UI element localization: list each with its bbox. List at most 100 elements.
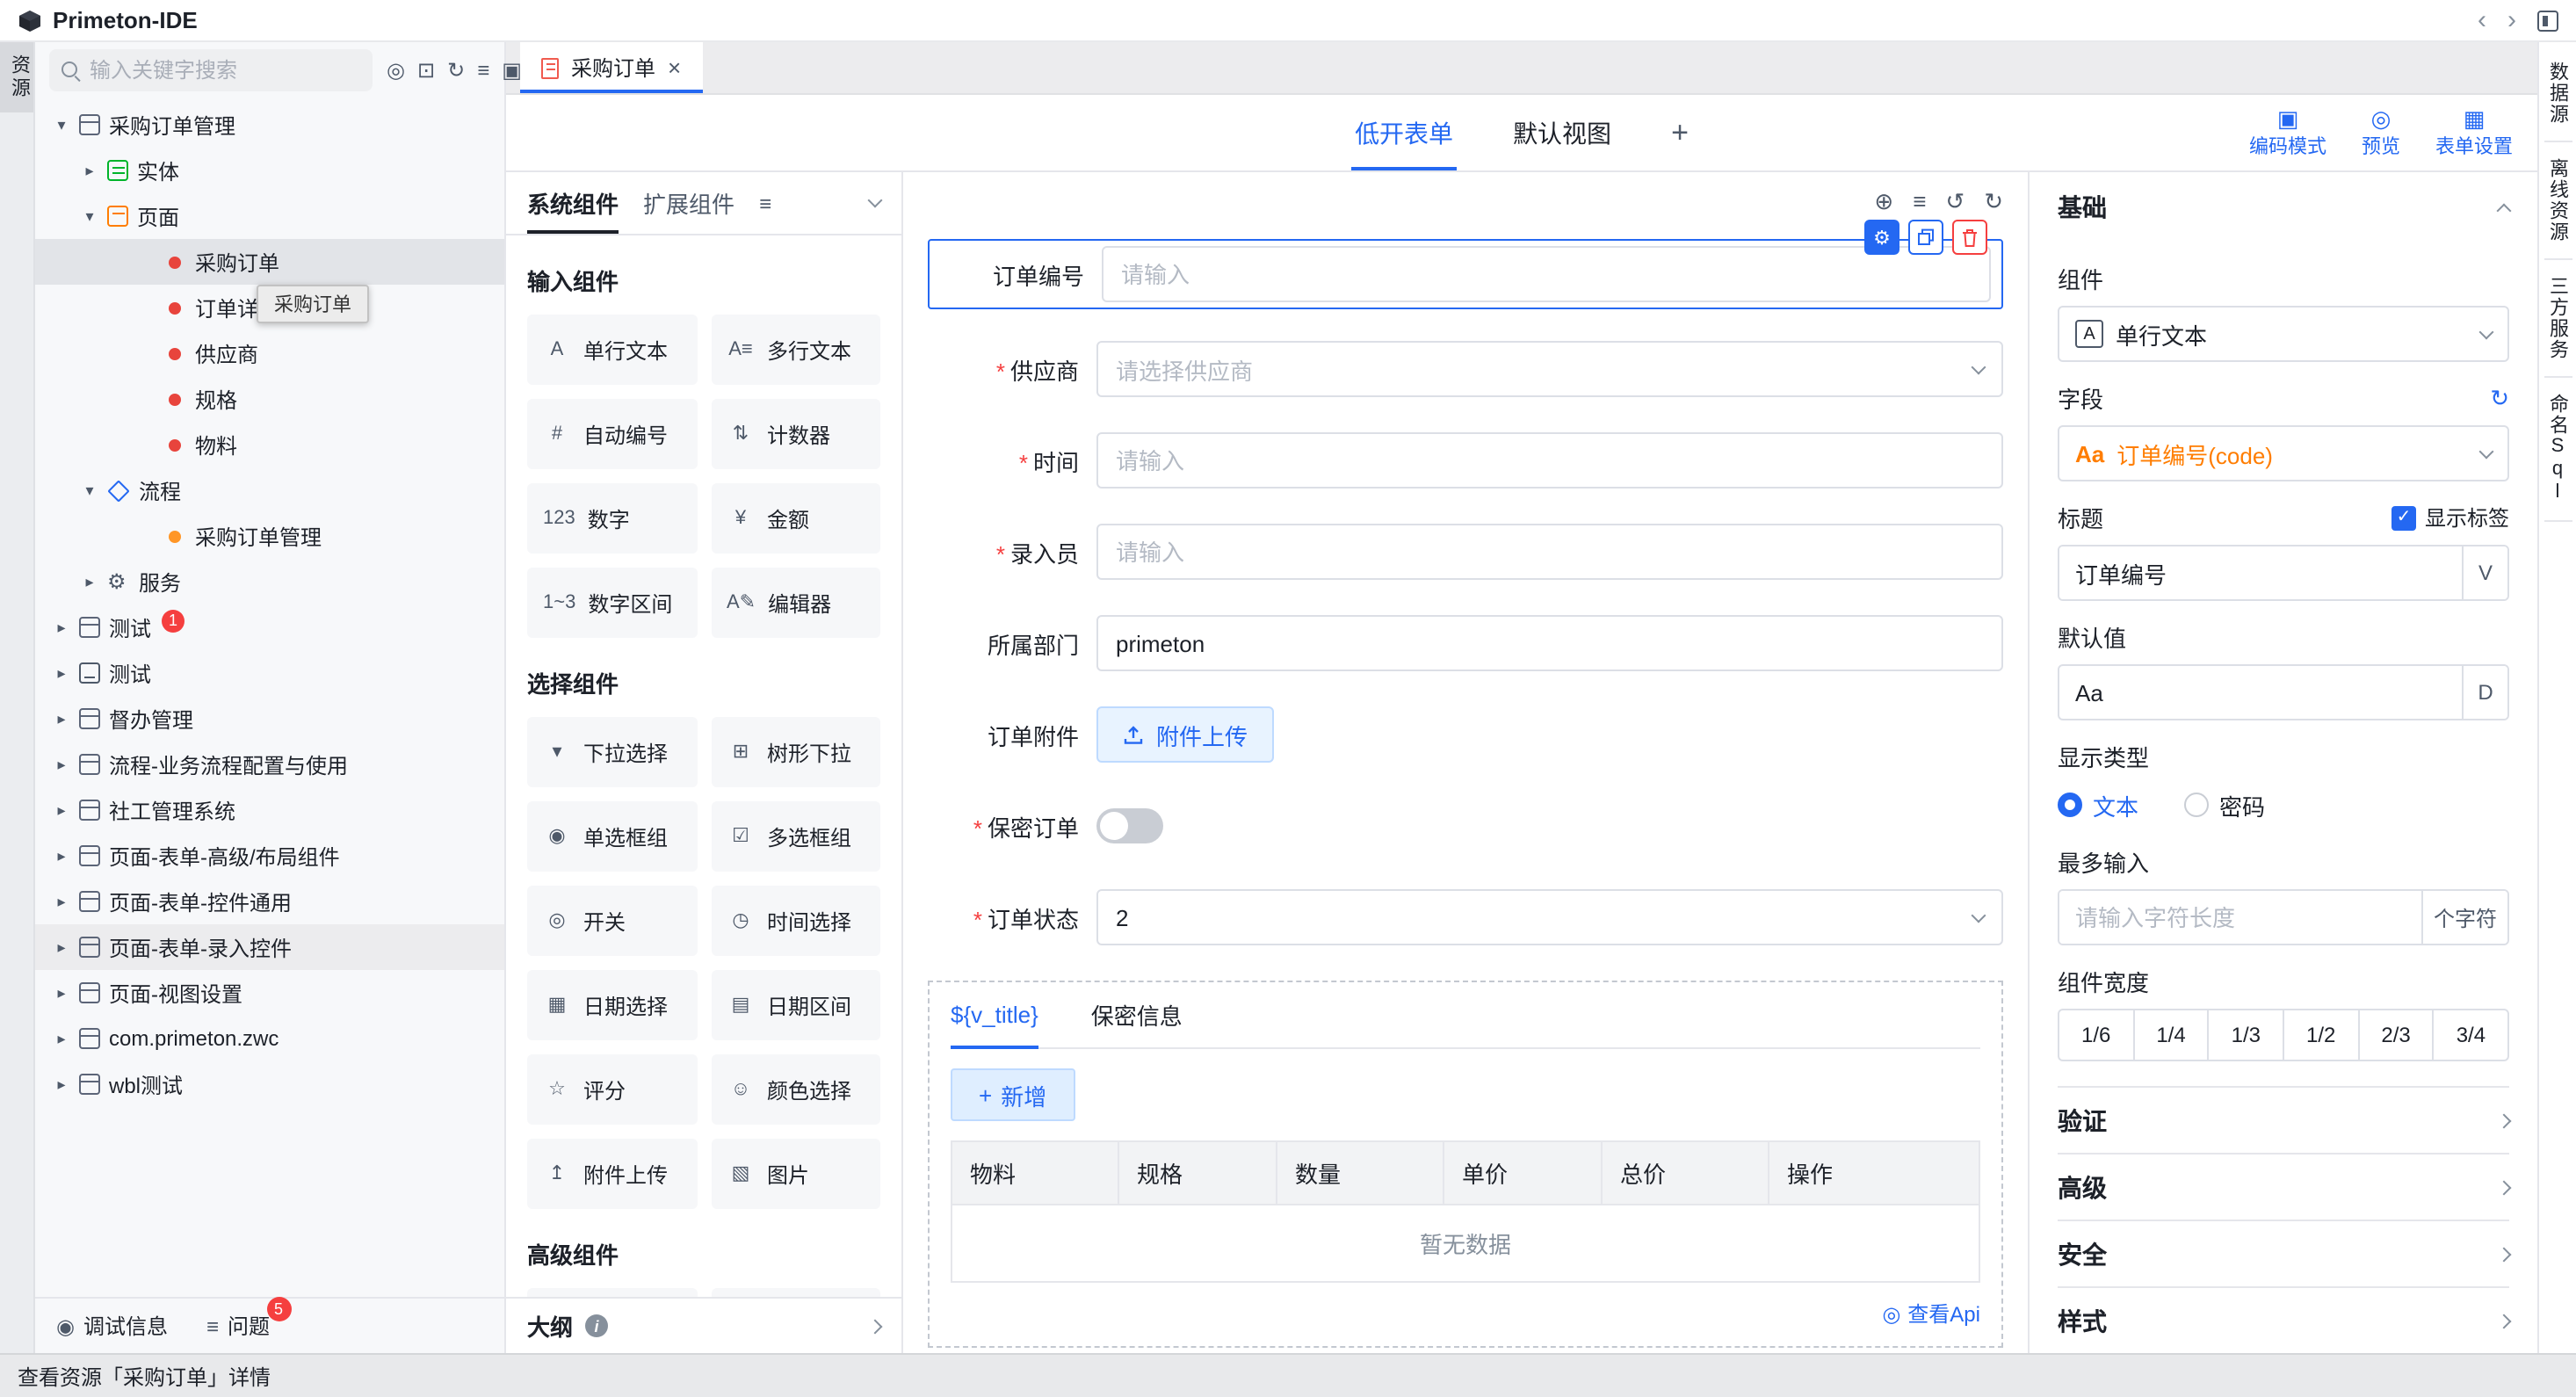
field-select[interactable]: Aa 订单编号(code)	[2058, 425, 2509, 481]
palette-item-image[interactable]: ▧图片	[711, 1139, 880, 1209]
width-1-6[interactable]: 1/6	[2058, 1009, 2134, 1061]
new-page-icon[interactable]: ▣	[502, 60, 522, 81]
tab-offline-resources[interactable]: 离线资源	[2543, 142, 2572, 260]
width-1-2[interactable]: 1/2	[2283, 1009, 2359, 1061]
palette-item-counter[interactable]: ⇅计数器	[711, 399, 880, 469]
tree-item-supervise[interactable]: 督办管理	[35, 696, 504, 742]
variable-binding-button[interactable]: V	[2462, 546, 2507, 599]
resources-strip-tab[interactable]: 资源	[0, 42, 33, 112]
order-code-input-inner[interactable]	[1121, 261, 1972, 287]
debug-info-button[interactable]: ◉ 调试信息	[56, 1311, 168, 1341]
palette-item-time-picker[interactable]: ◷时间选择	[711, 886, 880, 956]
view-api-link[interactable]: ◎ 查看Api	[951, 1299, 1980, 1328]
radio-password[interactable]: 密码	[2184, 788, 2265, 822]
palette-item-tree-dropdown[interactable]: ⊞树形下拉	[711, 717, 880, 787]
code-mode-button[interactable]: ▣ 编码模式	[2249, 106, 2326, 159]
filter-list-icon[interactable]: ≡	[477, 60, 489, 81]
tree-item-spec[interactable]: 规格	[35, 376, 504, 422]
tree-item-test2[interactable]: 测试	[35, 650, 504, 696]
section-style[interactable]: 样式	[2058, 1286, 2509, 1353]
width-1-4[interactable]: 1/4	[2132, 1009, 2209, 1061]
field-refresh-icon[interactable]: ↻	[2490, 387, 2509, 409]
department-input-inner[interactable]	[1116, 630, 1984, 656]
palette-menu-icon[interactable]: ≡	[759, 191, 771, 215]
collapse-arrow-icon[interactable]	[81, 208, 98, 224]
secret-order-toggle[interactable]	[1096, 808, 1163, 843]
detail-subform[interactable]: ${v_title} 保密信息 + 新增 物料 规格 数量	[928, 981, 2003, 1348]
width-3-4[interactable]: 3/4	[2433, 1009, 2509, 1061]
show-label-checkbox[interactable]: 显示标签	[2391, 503, 2509, 532]
selected-field-order-code[interactable]: ⚙ 订单编号	[928, 239, 2003, 309]
title-input[interactable]	[2059, 546, 2462, 599]
palette-item-single-text[interactable]: A单行文本	[527, 315, 697, 385]
tab-datasource[interactable]: 数据源	[2543, 46, 2572, 142]
undo-icon[interactable]: ↺	[1945, 189, 1965, 212]
add-row-button[interactable]: + 新增	[951, 1068, 1075, 1121]
palette-item-currency[interactable]: ¥金额	[711, 483, 880, 554]
palette-item-checkbox-group[interactable]: ☑多选框组	[711, 801, 880, 872]
form-settings-button[interactable]: ▦ 表单设置	[2435, 106, 2513, 159]
field-delete-button[interactable]	[1952, 220, 1987, 255]
tab-system-components[interactable]: 系统组件	[527, 172, 619, 234]
palette-item-radio-group[interactable]: ◉单选框组	[527, 801, 697, 872]
nav-back-icon[interactable]: ‹	[2478, 7, 2486, 33]
palette-item-number[interactable]: 123数字	[527, 483, 697, 554]
palette-item-org-picker[interactable]: 品机构选择	[711, 1288, 880, 1297]
tab-default-view[interactable]: 默认视图	[1513, 95, 1611, 170]
width-1-3[interactable]: 1/3	[2208, 1009, 2284, 1061]
palette-item-multi-text[interactable]: A≡多行文本	[711, 315, 880, 385]
palette-item-upload[interactable]: ↥附件上传	[527, 1139, 697, 1209]
refresh-icon[interactable]: ↻	[447, 60, 465, 81]
default-value-input[interactable]	[2103, 666, 2462, 719]
tree-item-test1[interactable]: 测试 1	[35, 604, 504, 650]
collapse-arrow-icon[interactable]	[81, 482, 98, 498]
tree-item-project[interactable]: 采购订单管理	[35, 102, 504, 148]
tree-item-supplier[interactable]: 供应商	[35, 330, 504, 376]
recorder-input-inner[interactable]	[1116, 539, 1984, 565]
section-basic[interactable]: 基础	[2058, 172, 2509, 242]
expand-arrow-icon[interactable]	[81, 574, 98, 590]
department-input[interactable]	[1096, 615, 2003, 671]
order-code-input[interactable]	[1102, 246, 1991, 302]
form-canvas[interactable]: ⊕ ≡ ↺ ↻ ⚙	[903, 172, 2028, 1353]
tree-item-flow[interactable]: 流程	[35, 467, 504, 513]
globe-icon[interactable]: ⊕	[1874, 189, 1893, 212]
tree-item-form-input[interactable]: 页面-表单-录入控件	[35, 924, 504, 970]
section-security[interactable]: 安全	[2058, 1220, 2509, 1286]
tree-item-flow-purchase[interactable]: 采购订单管理	[35, 513, 504, 559]
expand-arrow-icon[interactable]	[53, 894, 70, 909]
redo-icon[interactable]: ↻	[1984, 189, 2003, 212]
palette-item-color-picker[interactable]: ☺颜色选择	[711, 1054, 880, 1125]
doc-tab-purchase-order[interactable]: 采购订单 ×	[520, 42, 702, 93]
tree-item-view-settings[interactable]: 页面-视图设置	[35, 970, 504, 1016]
component-select[interactable]: A 单行文本	[2058, 306, 2509, 362]
attachment-upload-button[interactable]: 附件上传	[1096, 706, 1274, 763]
sidebar-searchbox[interactable]	[49, 49, 373, 91]
tree-item-entity[interactable]: 实体	[35, 148, 504, 193]
field-settings-button[interactable]: ⚙	[1864, 220, 1899, 255]
tab-third-party-services[interactable]: 三方服务	[2543, 260, 2572, 378]
max-length-input[interactable]	[2059, 891, 2421, 944]
outline-bar[interactable]: 大纲 i	[506, 1297, 901, 1353]
tree-item-material[interactable]: 物料	[35, 422, 504, 467]
width-2-3[interactable]: 2/3	[2357, 1009, 2434, 1061]
expand-arrow-icon[interactable]	[53, 756, 70, 772]
tree-item-wbl-test[interactable]: wbl测试	[35, 1061, 504, 1107]
expand-arrow-icon[interactable]	[53, 619, 70, 635]
palette-item-date-picker[interactable]: ▦日期选择	[527, 970, 697, 1040]
nav-forward-icon[interactable]: ›	[2507, 7, 2516, 33]
subform-tab-vtitle[interactable]: ${v_title}	[951, 982, 1038, 1047]
tree-item-flow-config[interactable]: 流程-业务流程配置与使用	[35, 742, 504, 787]
close-tab-icon[interactable]: ×	[668, 56, 681, 79]
expand-arrow-icon[interactable]	[53, 802, 70, 818]
tab-named-sql[interactable]: 命名Sql	[2543, 378, 2572, 522]
default-binding-button[interactable]: D	[2462, 666, 2507, 719]
recorder-input[interactable]	[1096, 524, 2003, 580]
palette-item-dropdown[interactable]: ▾下拉选择	[527, 717, 697, 787]
palette-item-date-range[interactable]: ▤日期区间	[711, 970, 880, 1040]
time-input-inner[interactable]	[1116, 447, 1984, 474]
tab-extension-components[interactable]: 扩展组件	[643, 172, 734, 234]
search-input[interactable]	[90, 58, 362, 83]
palette-item-number-range[interactable]: 1~3数字区间	[527, 568, 697, 638]
structure-icon[interactable]: ≡	[1913, 189, 1926, 212]
